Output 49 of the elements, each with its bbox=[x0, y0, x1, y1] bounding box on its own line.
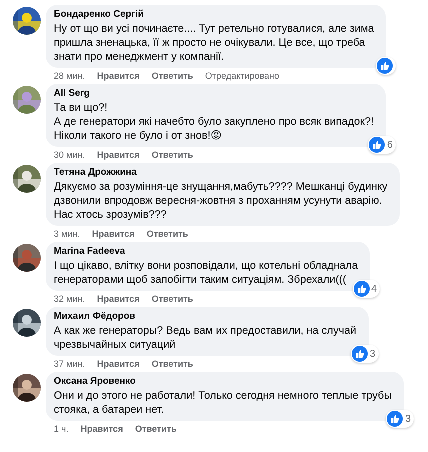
reaction-badge[interactable]: 4 bbox=[352, 280, 380, 298]
author-name[interactable]: Михаил Фёдоров bbox=[54, 311, 136, 323]
reply-link[interactable]: Ответить bbox=[152, 358, 194, 370]
reaction-badge[interactable]: 6 bbox=[368, 136, 396, 154]
author-name[interactable]: Оксана Яровенко bbox=[54, 376, 136, 388]
reply-link[interactable]: Ответить bbox=[152, 70, 194, 82]
reaction-count: 4 bbox=[372, 284, 378, 294]
comment-text: Ну от що ви усі починаєте.... Тут ретельно готувалися, але зима bbox=[54, 23, 374, 35]
comment-text: А как же генераторы? Ведь вам их предоставили, на случай bbox=[54, 325, 356, 337]
timestamp[interactable]: 1 ч. bbox=[54, 423, 69, 435]
comment-text: стояка, а батареи нет. bbox=[54, 404, 164, 416]
timestamp[interactable]: 3 мин. bbox=[54, 228, 80, 240]
reaction-badge[interactable]: 3 bbox=[350, 345, 378, 363]
author-name[interactable]: Бондаренко Сергій bbox=[54, 9, 144, 21]
like-link[interactable]: Нравится bbox=[97, 293, 140, 305]
reply-link[interactable]: Ответить bbox=[152, 293, 194, 305]
author-name[interactable]: Marina Fadeeva bbox=[54, 246, 126, 258]
comment-text: знати про менеджмент у компанії. bbox=[54, 51, 224, 63]
like-link[interactable]: Нравится bbox=[97, 358, 140, 370]
comment-text: Они и до этого не работали! Только сегодня немного теплые трубы bbox=[54, 390, 392, 402]
comment-text: чрезвычайных ситуаций bbox=[54, 339, 176, 351]
comment-text: Дякуємо за розуміння-це знущання,мабуть???? Мешканці будинку bbox=[54, 181, 388, 193]
timestamp[interactable]: 32 мин. bbox=[54, 293, 86, 305]
comment-text: Ніколи такого не було і от знов!😡 bbox=[54, 130, 222, 142]
comment-text: Нас хтось зрозумів??? bbox=[54, 209, 167, 221]
comment-text: І що цікаво, влітку вони розповідали, що котельні обладнала bbox=[54, 260, 358, 272]
reaction-count: 3 bbox=[370, 348, 376, 360]
like-link[interactable]: Нравится bbox=[92, 228, 135, 240]
edited-label: Отредактировано bbox=[205, 70, 280, 82]
reaction-count: 3 bbox=[405, 414, 411, 424]
author-name[interactable]: Тетяна Дрожжина bbox=[54, 167, 137, 179]
reaction-badge[interactable]: 3 bbox=[386, 410, 414, 428]
author-name[interactable]: All Serg bbox=[54, 88, 90, 100]
comment-text: генераторами щоб запобігти таким ситуаціям. Збрехали((( bbox=[54, 274, 347, 286]
reply-link[interactable]: Ответить bbox=[152, 149, 194, 161]
timestamp[interactable]: 28 мин. bbox=[54, 70, 86, 82]
comment-text: А де генератори які начебто було закуплено про всяк випадок?! bbox=[54, 116, 374, 128]
comment-text: Та ви що?! bbox=[54, 102, 108, 114]
like-link[interactable]: Нравится bbox=[97, 70, 140, 82]
like-link[interactable]: Нравится bbox=[80, 423, 124, 435]
comment-text: пришла зненацька, її ж просто не очікували. Це все, що треба bbox=[54, 37, 366, 49]
timestamp[interactable]: 30 мин. bbox=[54, 149, 86, 161]
like-link[interactable]: Нравится bbox=[97, 149, 140, 161]
reply-link[interactable]: Ответить bbox=[135, 423, 177, 435]
timestamp[interactable]: 37 мин. bbox=[54, 358, 86, 370]
comment-text: дзвонили впродовж вересня-жовтня з проханням усунути аварію. bbox=[54, 195, 382, 207]
reaction-badge[interactable] bbox=[376, 57, 396, 75]
reply-link[interactable]: Ответить bbox=[146, 228, 188, 240]
reaction-count: 6 bbox=[387, 140, 393, 150]
